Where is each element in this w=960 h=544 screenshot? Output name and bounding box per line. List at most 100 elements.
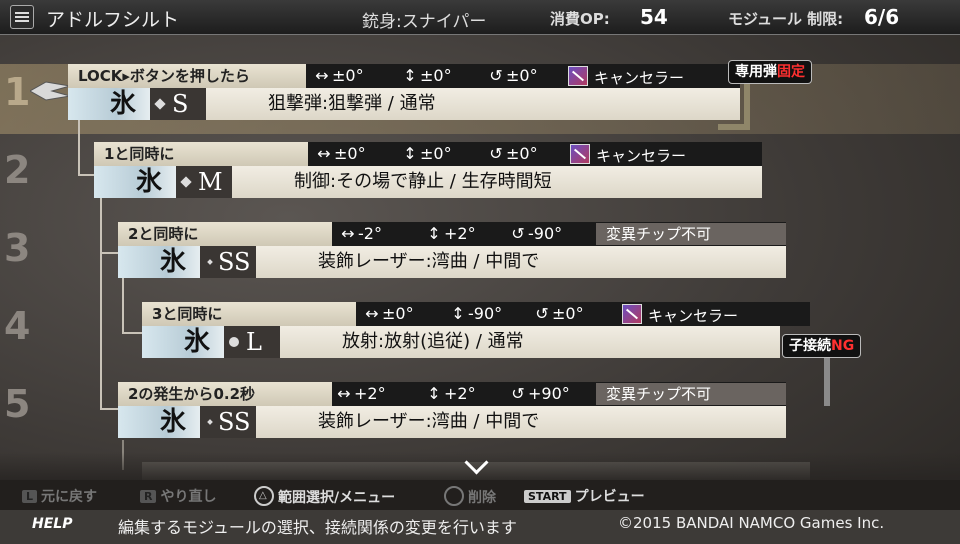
vertical-arrow-icon: ↕ [427,384,441,403]
row-number: 3 [4,226,31,270]
element-kanji: 氷 [184,327,211,357]
module-3[interactable]: 2と同時に ↔ -2° ↕ +2° ↺ -90° 変異チップ不可 氷 SS 装飾レーザ… [118,222,786,278]
connector-line [100,198,120,254]
op-cost-value: 54 [640,5,668,29]
row-number: 5 [4,382,31,426]
copyright: ©2015 BANDAI NAMCO Games Inc. [618,514,885,532]
triangle-button-icon: △ [254,486,274,506]
module-4[interactable]: 3と同時に ↔ ±0° ↕ -90° ↺ ±0° キャンセラー 氷 L 放射:放射(追… [142,302,810,358]
module-2[interactable]: 1と同時に ↔ ±0° ↕ ±0° ↺ ±0° キャンセラー 氷 M 制御:その場で静… [94,142,762,198]
module-description: 狙撃弾:狙撃弾 / 通常 [268,93,436,114]
module-1[interactable]: LOCK▸ボタンを押したら ↔ ±0° ↕ ±0° ↺ ±0° キャンセラー 氷 S … [68,64,740,120]
diamond-icon [154,98,166,110]
bracket-decor [800,358,830,406]
preview-button[interactable]: START プレビュー [524,486,645,506]
vertical-arrow-icon: ↕ [403,144,417,163]
horizontal-arrow-icon: ↔ [337,384,351,403]
module-description: 制御:その場で静止 / 生存時間短 [294,171,552,192]
bracket-decor [718,84,750,130]
l-button-icon: L [22,490,38,503]
module-body: 氷 M 制御:その場で静止 / 生存時間短 [94,166,762,198]
canceller-chip: キャンセラー [622,304,738,326]
canceller-icon [622,304,642,324]
help-message: 編集するモジュールの選択、接続関係の変更を行います [118,518,517,537]
mutation-chip-disabled: 変異チップ不可 [596,383,786,405]
range-select-menu-button[interactable]: △ 範囲選択/メニュー [254,486,395,507]
menu-icon[interactable] [10,5,34,29]
module-limit-label: モジュール 制限: [728,10,844,28]
selection-cursor-icon [30,81,70,101]
module-description: 装飾レーザー:湾曲 / 中間で [318,411,540,432]
gear-icon [226,334,242,350]
square-button-icon [444,486,464,506]
element-kanji: 氷 [160,247,187,277]
element-kanji: 氷 [160,407,187,437]
rotate-icon: ↺ [489,66,503,85]
size-badge: L [224,326,280,358]
horizontal-arrow-icon: ↔ [317,144,331,163]
rotate-icon: ↺ [535,304,549,323]
horizontal-arrow-icon: ↔ [341,224,355,243]
start-button-icon: START [524,490,571,503]
rotation-angle: ±0° [506,66,538,85]
size-badge: S [150,88,206,120]
module-body: 氷 SS 装飾レーザー:湾曲 / 中間で [118,246,786,278]
size-badge: M [176,166,232,198]
op-cost-label: 消費OP: [550,10,610,28]
mutation-chip-disabled: 変異チップ不可 [596,223,786,245]
module-trigger-label: LOCK▸ボタンを押したら [68,64,306,88]
rotate-icon: ↺ [511,384,525,403]
connector-line [100,408,118,410]
element-kanji: 氷 [136,167,163,197]
size-badge: SS [200,406,256,438]
top-bar: アドルフシルト 銃身:スナイパー 消費OP: 54 モジュール 制限: 6/6 [0,0,960,35]
module-params: ↔ ±0° ↕ ±0° ↺ ±0° キャンセラー [306,64,740,88]
row-number: 2 [4,148,31,192]
vertical-arrow-icon: ↕ [427,224,441,243]
canceller-icon [570,144,590,164]
row-number: 1 [4,70,31,114]
help-label: HELP [32,516,73,532]
diamond-icon [180,176,192,188]
module-params: ↔ ±0° ↕ ±0° ↺ ±0° キャンセラー [308,142,762,166]
vertical-angle: ±0° [420,66,452,85]
child-connection-ng-tag: 子接続NG [782,334,862,358]
redo-button[interactable]: R やり直し [140,486,216,506]
module-body: 氷 S 狙撃弾:狙撃弾 / 通常 [68,88,740,120]
rotate-icon: ↺ [489,144,503,163]
fixed-bullet-tag: 専用弾固定 [728,60,812,84]
module-params: ↔ ±0° ↕ -90° ↺ ±0° キャンセラー [356,302,810,326]
help-line: HELP 編集するモジュールの選択、接続関係の変更を行います ©2015 BAN… [0,510,960,544]
connector-line [122,278,144,334]
module-trigger-label: 2と同時に [118,222,332,246]
horizontal-arrow-icon: ↔ [315,66,329,85]
module-params: ↔ -2° ↕ +2° ↺ -90° 変異チップ不可 [332,222,786,246]
module-params: ↔ +2° ↕ +2° ↺ +90° 変異チップ不可 [332,382,786,406]
module-trigger-label: 2の発生から0.2秒 [118,382,332,406]
small-dot-icon [207,259,213,265]
module-limit-value: 6/6 [864,5,900,29]
element-kanji: 氷 [110,89,137,119]
module-body: 氷 L 放射:放射(追従) / 通常 [142,326,780,358]
rotate-icon: ↺ [511,224,525,243]
connector-line [100,250,102,410]
module-5[interactable]: 2の発生から0.2秒 ↔ +2° ↕ +2° ↺ +90° 変異チップ不可 氷 SS … [118,382,786,438]
size-badge: SS [200,246,256,278]
delete-button[interactable]: 削除 [444,486,496,507]
bullet-name: アドルフシルト [46,9,180,31]
vertical-arrow-icon: ↕ [451,304,465,323]
module-description: 放射:放射(追従) / 通常 [342,331,524,352]
r-button-icon: R [140,490,157,503]
module-description: 装飾レーザー:湾曲 / 中間で [318,251,540,272]
horizontal-arrow-icon: ↔ [365,304,379,323]
small-dot-icon [207,419,213,425]
element-swatch: 氷 S [68,88,206,120]
module-trigger-label: 3と同時に [142,302,356,326]
canceller-chip: キャンセラー [568,66,684,88]
horizontal-angle: ±0° [332,66,364,85]
module-body: 氷 SS 装飾レーザー:湾曲 / 中間で [118,406,786,438]
undo-button[interactable]: L 元に戻す [22,486,97,506]
gun-type: 銃身:スナイパー [362,12,487,32]
vertical-arrow-icon: ↕ [403,66,417,85]
canceller-icon [568,66,588,86]
